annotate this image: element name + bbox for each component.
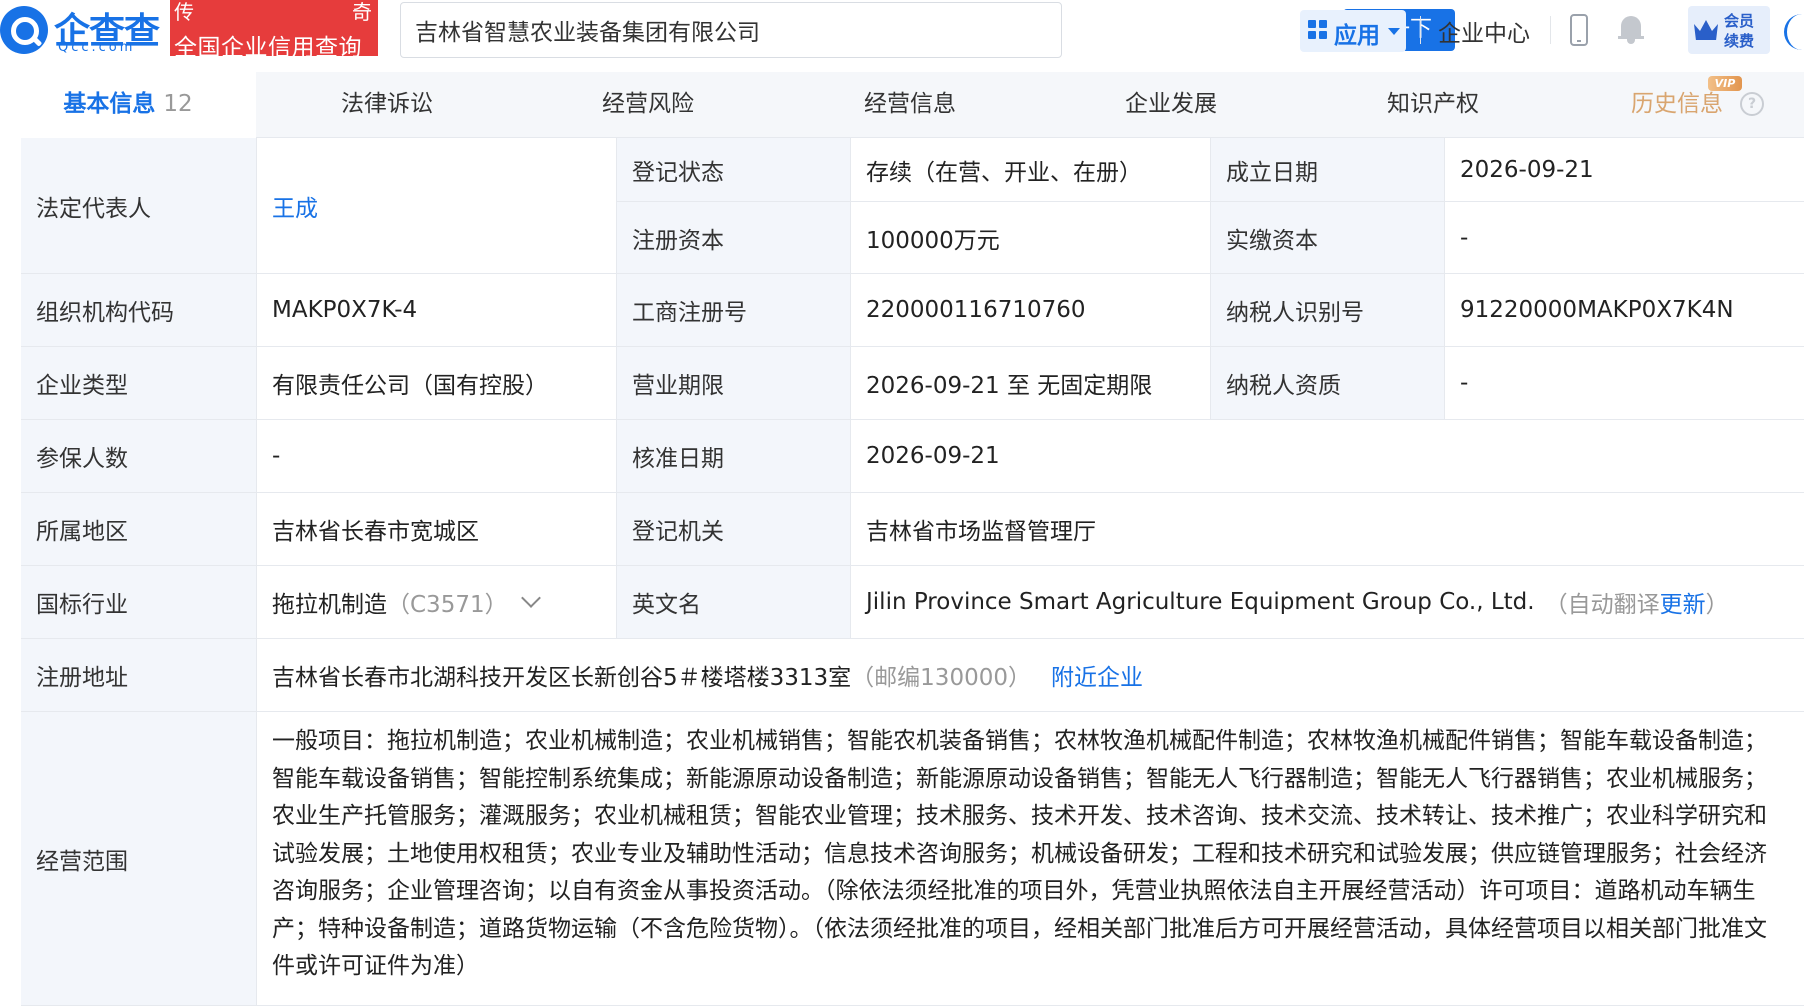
org-code-label: 组织机构代码 (21, 274, 257, 347)
banner-char-right: 奇 (352, 0, 372, 24)
region-value: 吉林省长春市宽城区 (257, 493, 617, 566)
vip-renew-button[interactable]: 会员 续费 (1688, 6, 1770, 54)
tab-intellectual-property[interactable]: 知识产权 (1387, 72, 1479, 138)
taxpayer-id-value: 91220000MAKP0X7K4N (1445, 274, 1804, 347)
insured-value: - (257, 420, 617, 493)
search-input[interactable] (415, 13, 885, 47)
banner-char-left: 传 (174, 0, 194, 24)
qcc-logo[interactable]: 企查查 Qcc.com (0, 2, 168, 56)
approval-date-value: 2026-09-21 (851, 420, 1804, 493)
scope-label: 经营范围 (21, 712, 257, 1006)
english-name-label: 英文名 (617, 566, 851, 639)
tab-business-info[interactable]: 经营信息 (864, 72, 956, 138)
ent-type-value: 有限责任公司（国有控股） (257, 347, 617, 420)
scope-value: 一般项目：拖拉机制造；农业机械制造；农业机械销售；智能农机装备销售；农林牧渔机械… (257, 712, 1804, 1006)
biz-reg-no-label: 工商注册号 (617, 274, 851, 347)
est-date-label: 成立日期 (1211, 138, 1445, 202)
insured-label: 参保人数 (21, 420, 257, 493)
ent-type-label: 企业类型 (21, 347, 257, 420)
approval-date-label: 核准日期 (617, 420, 851, 493)
address-cell: 吉林省长春市北湖科技开发区长新创谷5＃楼塔楼3313室 （邮编130000） 附… (257, 639, 1804, 712)
taxpayer-qual-value: - (1445, 347, 1804, 420)
tab-basic-info[interactable]: 基本信息 12 (0, 72, 256, 138)
tab-label: 基本信息 (63, 91, 156, 117)
chevron-down-icon[interactable] (520, 588, 541, 608)
vip-label-line2: 续费 (1724, 32, 1755, 50)
bell-icon[interactable] (1618, 14, 1644, 44)
paid-capital-label: 实缴资本 (1211, 202, 1445, 274)
section-tabs: 基本信息 12 法律诉讼 经营风险 经营信息 企业发展 知识产权 历史信息 VIP… (0, 72, 1804, 138)
taxpayer-qual-label: 纳税人资质 (1211, 347, 1445, 420)
vip-badge: VIP (1708, 76, 1742, 91)
biz-reg-no-value: 220000116710760 (851, 274, 1211, 347)
org-code-value: MAKP0X7K-4 (257, 274, 617, 347)
apps-menu-button[interactable]: 应用 (1300, 10, 1406, 52)
nearby-companies-link[interactable]: 附近企业 (1051, 658, 1143, 692)
enterprise-center-link[interactable]: 企业中心 (1438, 14, 1530, 48)
legal-rep-link[interactable]: 王成 (272, 189, 318, 223)
biz-term-value: 2026-09-21 至 无固定期限 (851, 347, 1211, 420)
est-date-value: 2026-09-21 (1445, 138, 1804, 202)
apps-label: 应用 (1334, 23, 1380, 49)
divider (1550, 16, 1551, 44)
authority-value: 吉林省市场监督管理厅 (851, 493, 1804, 566)
address-value: 吉林省长春市北湖科技开发区长新创谷5＃楼塔楼3313室 (272, 665, 852, 691)
phone-icon[interactable] (1570, 14, 1588, 46)
partial-icon[interactable] (1784, 14, 1804, 50)
reg-capital-label: 注册资本 (617, 202, 851, 274)
industry-cell[interactable]: 拖拉机制造 （C3571） (257, 566, 617, 639)
address-postcode: （邮编130000） (851, 665, 1031, 691)
address-label: 注册地址 (21, 639, 257, 712)
tab-enterprise-development[interactable]: 企业发展 (1125, 72, 1217, 138)
english-name-value: Jilin Province Smart Agriculture Equipme… (866, 589, 1535, 615)
region-label: 所属地区 (21, 493, 257, 566)
promo-banner[interactable]: 传 奇 全国企业信用查询 (170, 0, 378, 61)
reg-capital-value: 100000万元 (851, 202, 1211, 274)
biz-term-label: 营业期限 (617, 347, 851, 420)
reg-status-value: 存续（在营、开业、在册） (851, 138, 1211, 202)
grid-icon (1308, 20, 1328, 40)
authority-label: 登记机关 (617, 493, 851, 566)
english-name-cell: Jilin Province Smart Agriculture Equipme… (851, 566, 1804, 639)
english-update-link[interactable]: 更新 (1660, 585, 1706, 619)
legal-rep-label: 法定代表人 (21, 138, 257, 274)
logo-url: Qcc.com (58, 40, 136, 55)
qcc-logo-icon (0, 6, 48, 54)
help-icon[interactable]: ? (1740, 92, 1764, 116)
industry-label: 国标行业 (21, 566, 257, 639)
tab-business-risk[interactable]: 经营风险 (602, 72, 694, 138)
taxpayer-id-label: 纳税人识别号 (1211, 274, 1445, 347)
divider (1420, 16, 1421, 44)
banner-text: 全国企业信用查询 (174, 35, 362, 61)
tab-count: 12 (163, 91, 193, 117)
crown-icon (1694, 20, 1718, 40)
reg-status-label: 登记状态 (617, 138, 851, 202)
english-note-suffix: ） (1705, 592, 1729, 618)
caret-down-icon (1388, 28, 1400, 35)
english-note-prefix: （自动翻译 (1544, 592, 1660, 618)
industry-value: 拖拉机制造 (272, 592, 387, 618)
vip-label-line1: 会员 (1724, 12, 1755, 30)
top-header: 企查查 Qcc.com 传 奇 全国企业信用查询 ✕ 查一下 应用 企业中心 会… (0, 0, 1804, 64)
paid-capital-value: - (1445, 202, 1804, 274)
legal-rep-cell: 王成 (257, 138, 617, 274)
search-box: ✕ 查一下 (400, 2, 1455, 58)
tab-legal-litigation[interactable]: 法律诉讼 (341, 72, 433, 138)
industry-code: （C3571） (387, 592, 508, 618)
